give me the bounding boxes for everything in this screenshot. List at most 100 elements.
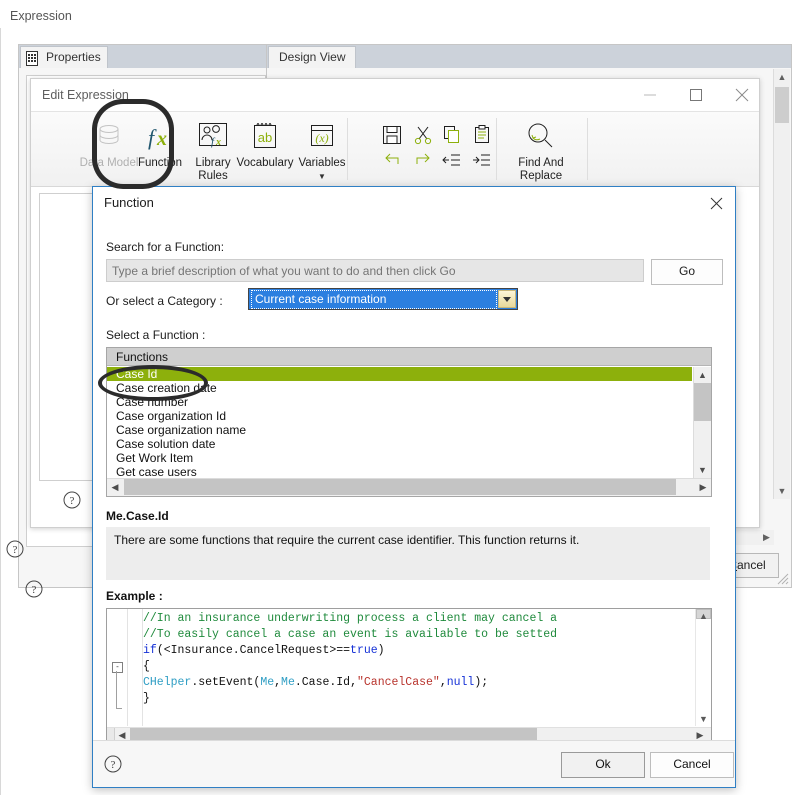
save-icon[interactable] — [381, 124, 403, 146]
chevron-down-icon[interactable] — [498, 290, 516, 308]
example-code-box[interactable]: - //In an insurance underwriting process… — [106, 608, 712, 744]
code-line: if(<Insurance.CancelRequest>==true) — [143, 643, 695, 659]
code-token: if — [143, 644, 157, 657]
code-token: CHelper — [143, 676, 192, 689]
code-fold-line — [116, 671, 117, 709]
design-vertical-scrollbar[interactable]: ▲ ▼ — [773, 69, 790, 499]
scroll-up-icon[interactable]: ▲ — [694, 367, 711, 383]
ribbon-separator — [347, 118, 348, 180]
svg-text:f: f — [148, 125, 157, 150]
select-function-label: Select a Function : — [106, 328, 206, 342]
functions-list-items[interactable]: Case Id Case creation date Case number C… — [107, 367, 692, 478]
redo-icon[interactable] — [412, 150, 434, 172]
page-title: Expression — [10, 9, 72, 23]
chevron-down-icon[interactable]: ▼ — [290, 172, 354, 181]
code-token: { — [143, 660, 150, 673]
people-fx-icon: f x — [195, 119, 231, 155]
code-token: .setEvent( — [191, 676, 261, 689]
tab-properties[interactable]: Properties — [20, 46, 108, 68]
list-item[interactable]: Get case users — [107, 465, 692, 478]
function-dialog: Function Search for a Function: Go Or se… — [92, 186, 736, 788]
scroll-thumb-horizontal[interactable] — [124, 479, 676, 495]
scroll-down-icon[interactable]: ▼ — [696, 712, 711, 726]
svg-text:?: ? — [32, 584, 37, 596]
function-dialog-body: Search for a Function: Go Or select a Ca… — [93, 219, 735, 744]
ribbon-separator-2 — [496, 118, 497, 180]
code-line: //In an insurance underwriting process a… — [143, 611, 695, 627]
scroll-thumb[interactable] — [775, 87, 789, 123]
paste-icon[interactable] — [471, 124, 493, 146]
functions-horizontal-scrollbar[interactable]: ◀ ▶ — [107, 478, 711, 496]
category-label: Or select a Category : — [106, 294, 223, 308]
ribbon-separator-3 — [587, 118, 588, 180]
outdent-icon[interactable] — [441, 150, 463, 172]
code-token: .Case.Id, — [294, 676, 357, 689]
function-description: There are some functions that require th… — [106, 527, 710, 580]
functions-list-header: Functions — [107, 348, 711, 366]
ok-button[interactable]: Ok — [561, 752, 645, 778]
functions-vertical-scrollbar[interactable]: ▲ ▼ — [693, 367, 711, 478]
background-cancel-label: ancel — [736, 558, 766, 572]
x-variable-icon: (x) — [304, 119, 340, 155]
maximize-icon[interactable] — [673, 79, 719, 110]
ribbon-button-find-and-replace-label: Find And Replace — [518, 157, 564, 182]
app-help-circle-icon[interactable]: ? — [4, 538, 26, 560]
code-token: (<Insurance.CancelRequest>== — [156, 644, 351, 657]
close-icon[interactable] — [719, 79, 765, 110]
scroll-up-icon[interactable]: ▲ — [774, 69, 790, 85]
scroll-down-icon[interactable]: ▼ — [774, 483, 790, 499]
go-button[interactable]: Go — [651, 259, 723, 285]
ribbon-button-vocabulary[interactable]: ab Vocabulary — [233, 115, 297, 183]
code-token: , — [439, 676, 447, 689]
list-item[interactable]: Case organization name — [107, 423, 692, 437]
list-item[interactable]: Case Id — [107, 367, 692, 381]
scroll-right-icon[interactable]: ▶ — [695, 479, 711, 495]
cut-icon[interactable] — [412, 124, 434, 146]
svg-text:x: x — [156, 128, 167, 150]
search-label: Search for a Function: — [106, 240, 225, 254]
code-token: ); — [474, 676, 489, 689]
svg-text:?: ? — [13, 544, 18, 556]
list-item[interactable]: Case creation date — [107, 381, 692, 395]
edit-expression-help-circle-icon[interactable]: ? — [61, 489, 83, 511]
list-item[interactable]: Case solution date — [107, 437, 692, 451]
list-item[interactable]: Case organization Id — [107, 409, 692, 423]
code-fold-toggle[interactable]: - — [112, 662, 123, 673]
code-token: } — [143, 692, 150, 705]
category-dropdown[interactable]: Current case information — [248, 288, 518, 310]
ribbon-button-vocabulary-label: Vocabulary — [236, 157, 294, 169]
edit-expression-ribbon: Data Model f x Function f x Library Rule… — [31, 111, 759, 187]
copy-icon[interactable] — [441, 124, 463, 146]
code-line: CHelper.setEvent(Me,Me.Case.Id,"CancelCa… — [143, 675, 695, 691]
list-item[interactable]: Get Work Item — [107, 451, 692, 465]
functions-listbox[interactable]: Functions Case Id Case creation date Cas… — [106, 347, 712, 497]
scroll-down-icon[interactable]: ▼ — [694, 462, 711, 478]
resize-grip-icon[interactable] — [775, 571, 789, 585]
scroll-right-icon[interactable]: ▶ — [759, 530, 774, 545]
ribbon-button-variables[interactable]: (x) Variables ▼ — [290, 115, 354, 183]
undo-icon[interactable] — [381, 150, 403, 172]
svg-text:?: ? — [111, 759, 116, 771]
code-token: "CancelCase" — [356, 676, 440, 689]
close-icon[interactable] — [703, 191, 729, 215]
example-label: Example : — [106, 589, 163, 603]
search-input-field[interactable] — [107, 260, 643, 281]
code-vertical-scrollbar[interactable]: ▲ ▼ — [695, 609, 711, 726]
minimize-icon[interactable] — [627, 79, 673, 110]
list-item[interactable]: Case number — [107, 395, 692, 409]
cancel-button[interactable]: Cancel — [650, 752, 734, 778]
help-circle-icon[interactable]: ? — [23, 578, 45, 600]
edit-expression-title: Edit Expression — [42, 88, 129, 102]
search-input[interactable] — [106, 259, 644, 282]
code-line: } — [143, 691, 695, 707]
code-token: //In an insurance underwriting process a… — [143, 612, 558, 625]
database-icon — [91, 119, 127, 155]
ribbon-button-find-and-replace[interactable]: Find And Replace — [503, 115, 579, 183]
scroll-left-icon[interactable]: ◀ — [107, 479, 123, 495]
scroll-up-icon[interactable]: ▲ — [696, 609, 711, 623]
scroll-thumb[interactable] — [694, 383, 711, 421]
tab-design-view[interactable]: Design View — [268, 46, 357, 68]
svg-text:?: ? — [70, 495, 75, 507]
help-circle-icon[interactable]: ? — [102, 753, 124, 775]
indent-icon[interactable] — [471, 150, 493, 172]
